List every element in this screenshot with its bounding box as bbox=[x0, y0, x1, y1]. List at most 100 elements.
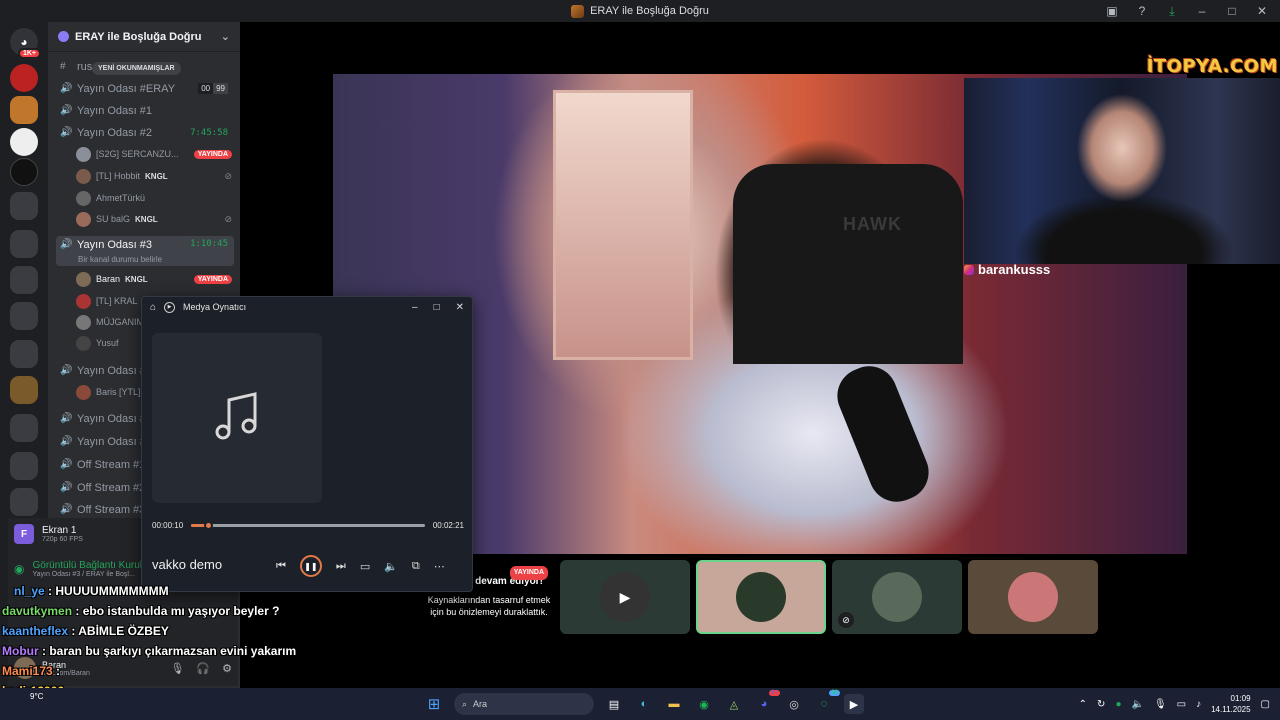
search-icon: ⌕ bbox=[462, 698, 468, 709]
chat-message: kaantheflex : ABİMLE ÖZBEY bbox=[2, 624, 169, 638]
maximize-button[interactable]: □ bbox=[434, 302, 440, 313]
more-icon[interactable]: ⋯ bbox=[434, 560, 445, 573]
task-view-icon[interactable]: ▤ bbox=[604, 694, 624, 714]
seek-handle[interactable] bbox=[203, 521, 213, 530]
sound-icon[interactable]: ♪ bbox=[1196, 699, 1201, 710]
server-folder-4[interactable] bbox=[10, 302, 38, 330]
notification-icon[interactable]: ▢ bbox=[1261, 699, 1270, 710]
close-button[interactable]: ✕ bbox=[1254, 3, 1270, 19]
inbox-icon[interactable]: ▣ bbox=[1104, 3, 1120, 19]
participant-tile[interactable] bbox=[968, 560, 1098, 634]
app-icon-2[interactable]: ◎ bbox=[784, 694, 804, 714]
voice-user[interactable]: AhmetTürkü bbox=[76, 188, 232, 208]
channel-yayin-2[interactable]: 🔊 Yayın Odası #2 7:45:58 bbox=[56, 122, 234, 143]
file-explorer-icon[interactable]: ▬ bbox=[664, 694, 684, 714]
voice-user[interactable]: [TL] Hobbit KNGL ⊘ bbox=[76, 166, 232, 186]
media-player-icon: ▶ bbox=[164, 301, 176, 313]
speaker-icon: 🔊 bbox=[60, 239, 73, 250]
participant-tile-selected[interactable] bbox=[696, 560, 826, 634]
server-icon-1[interactable] bbox=[10, 64, 38, 92]
previous-icon[interactable]: ⏮ bbox=[276, 560, 286, 573]
server-folder-7[interactable] bbox=[10, 414, 38, 442]
minimize-button[interactable]: – bbox=[1194, 3, 1210, 19]
pause-button[interactable]: ❚❚ bbox=[299, 555, 322, 577]
chat-text: : ebo istanbulda mı yaşıyor beyler ? bbox=[75, 604, 280, 618]
minimize-button[interactable]: – bbox=[412, 302, 418, 313]
home-button[interactable]: ◕ 1K+ bbox=[10, 28, 41, 59]
channel-label: Off Stream #3 bbox=[77, 503, 146, 516]
taskbar-search[interactable]: ⌕ Ara bbox=[454, 693, 594, 715]
connection-channel: Yayın Odası #3 / ERAY ile Boşl... bbox=[32, 571, 135, 578]
channel-label: rus bbox=[77, 60, 93, 73]
server-icon-active[interactable] bbox=[10, 96, 38, 124]
user-name: AhmetTürkü bbox=[96, 193, 146, 203]
help-icon[interactable]: ? bbox=[1134, 3, 1150, 19]
spotify-icon[interactable]: ◉ bbox=[694, 694, 714, 714]
avatar bbox=[76, 384, 91, 400]
start-icon[interactable]: ⊞ bbox=[424, 694, 444, 714]
server-folder-6[interactable] bbox=[10, 376, 38, 404]
volume-icon[interactable]: 🔈 bbox=[1131, 699, 1143, 710]
weather-widget[interactable]: 9°C bbox=[30, 692, 43, 701]
channel-label: Yayın Odası #1 bbox=[77, 104, 153, 117]
channel-yayin-1[interactable]: 🔊 Yayın Odası #1 bbox=[56, 100, 234, 121]
tray-app-icon[interactable]: ↻ bbox=[1097, 699, 1105, 710]
next-icon[interactable]: ⏭ bbox=[336, 560, 346, 573]
channel-label: Yayın Odası #2 bbox=[77, 126, 153, 139]
channel-status-hint[interactable]: Bir kanal durumu belirle bbox=[78, 255, 162, 264]
participant-tile[interactable]: ⊘ bbox=[832, 560, 962, 634]
media-player-taskbar-icon[interactable]: ▶ bbox=[844, 694, 864, 714]
player-title: Medya Oynatıcı bbox=[183, 302, 247, 312]
unread-pill[interactable]: YENİ OKUNMAMIŞLAR bbox=[92, 62, 181, 75]
muted-icon: ⊘ bbox=[224, 170, 232, 181]
server-icon-3[interactable] bbox=[10, 158, 38, 186]
server-folder-3[interactable] bbox=[10, 266, 38, 294]
status-dot-icon[interactable]: ● bbox=[1115, 699, 1121, 710]
speaker-icon: 🔊 bbox=[60, 127, 73, 138]
headphones-icon[interactable]: 🎧 bbox=[196, 662, 210, 675]
participant-tile[interactable]: ▶ bbox=[560, 560, 690, 634]
server-folder-5[interactable] bbox=[10, 340, 38, 368]
voice-user[interactable]: Baran KNGL YAYINDA bbox=[76, 269, 232, 289]
clock[interactable]: 01:09 14.11.2025 bbox=[1211, 693, 1250, 715]
server-folder-1[interactable] bbox=[10, 192, 38, 220]
microphone-icon[interactable]: 🎙 bbox=[170, 662, 184, 675]
subtitles-icon[interactable]: ▭ bbox=[360, 560, 370, 573]
chat-text: : ABİMLE ÖZBEY bbox=[71, 624, 169, 638]
screen-title: Ekran 1 bbox=[42, 525, 77, 536]
download-icon[interactable]: ⤓ bbox=[1164, 3, 1180, 19]
channel-label: Off Stream #1 bbox=[77, 458, 146, 471]
avatar bbox=[76, 146, 91, 162]
voice-user[interactable]: [S2G] SERCANZU... YAYINDA bbox=[76, 144, 232, 164]
network-icon[interactable]: ▭ bbox=[1177, 699, 1186, 710]
volume-icon[interactable]: 🔈 bbox=[384, 560, 398, 573]
user-name: [S2G] SERCANZU... bbox=[96, 149, 179, 159]
server-folder-9[interactable] bbox=[10, 488, 38, 516]
whatsapp-icon[interactable]: ◌ 38 bbox=[814, 690, 840, 714]
seek-bar[interactable] bbox=[191, 521, 425, 530]
speaker-icon: 🔊 bbox=[60, 83, 73, 94]
voice-user[interactable]: SU balG KNGL ⊘ bbox=[76, 209, 232, 229]
home-icon[interactable]: ⌂ bbox=[150, 302, 156, 313]
server-icon-2[interactable] bbox=[10, 128, 38, 156]
edge-icon[interactable]: ◐ bbox=[634, 694, 654, 714]
close-button[interactable]: ✕ bbox=[456, 302, 464, 313]
deafened-icon: ⊘ bbox=[838, 612, 854, 628]
server-header[interactable]: ERAY ile Boşluğa Doğru ⌄ bbox=[48, 22, 240, 52]
server-folder-2[interactable] bbox=[10, 230, 38, 258]
microphone-icon[interactable]: 🎙 bbox=[1154, 699, 1167, 710]
chat-user: davutkymen bbox=[2, 604, 73, 618]
chat-message: Mobur : baran bu şarkıyı çıkarmazsan evi… bbox=[2, 644, 296, 658]
channel-timer: 7:45:58 bbox=[190, 127, 228, 138]
maximize-button[interactable]: □ bbox=[1224, 3, 1240, 19]
miniplayer-icon[interactable]: ⧉ bbox=[412, 560, 420, 573]
avatar bbox=[76, 314, 91, 330]
settings-icon[interactable]: ⚙ bbox=[222, 662, 232, 675]
discord-taskbar-icon[interactable]: ◕ 9+ bbox=[754, 690, 780, 714]
channel-yayin-eray[interactable]: 🔊 Yayın Odası #ERAY 00 99 bbox=[56, 78, 234, 99]
window-title-text: ERAY ile Boşluğa Doğru bbox=[590, 5, 709, 17]
app-icon[interactable]: ◬ bbox=[724, 694, 744, 714]
webcam-handle: barankusss bbox=[964, 262, 1050, 277]
server-folder-8[interactable] bbox=[10, 452, 38, 480]
chevron-up-icon[interactable]: ⌃ bbox=[1079, 699, 1087, 710]
